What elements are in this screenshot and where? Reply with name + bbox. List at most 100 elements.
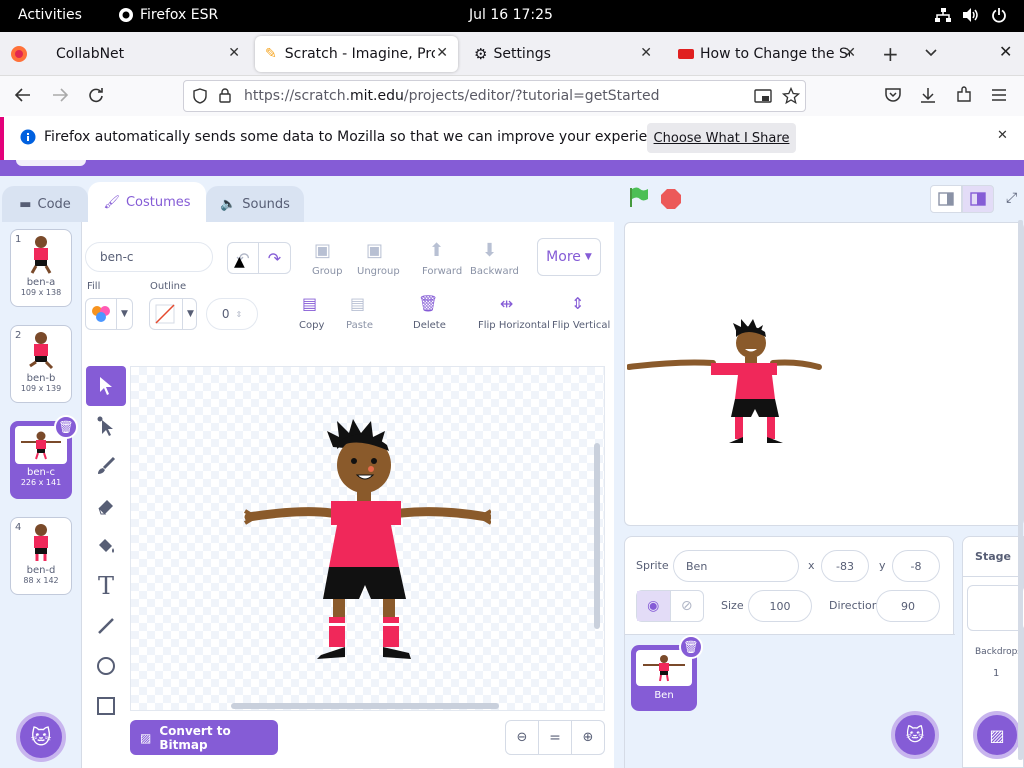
url-bar[interactable]: https://scratch.mit.edu/projects/editor/… [183,80,806,112]
notification-text: Firefox automatically sends some data to… [44,129,677,145]
clock[interactable]: Jul 16 17:25 [469,7,553,23]
close-icon[interactable]: ✕ [844,45,856,61]
tab-settings[interactable]: ⚙ Settings ✕ [462,36,662,72]
green-flag-icon[interactable] [627,186,649,212]
choose-what-i-share-button[interactable]: Choose What I Share [647,123,796,153]
downloads-icon[interactable] [919,86,937,108]
scratch-logo[interactable] [16,160,86,166]
sprite-name-input[interactable]: Ben [673,550,799,582]
bookmark-star-icon[interactable] [781,86,801,109]
flip-horizontal-icon[interactable]: ⇹ [500,294,513,313]
window-close-icon[interactable]: ✕ [999,42,1012,61]
text-tool-icon[interactable]: T [86,566,126,606]
normal-stage-icon[interactable] [962,185,994,213]
choose-sprite-cat-icon[interactable]: 🐱 [891,711,939,759]
ungroup-icon[interactable]: ▣ [366,240,383,261]
activities-button[interactable]: Activities [18,7,82,23]
show-eye-icon[interactable]: ◉ [637,591,671,621]
extensions-icon[interactable] [955,86,973,108]
select-tool-icon[interactable] [86,366,126,406]
fill-color-picker[interactable]: ▼ [85,298,133,330]
tab-how-to[interactable]: How to Change the Scr ✕ [666,36,866,72]
page-scrollbar[interactable] [1018,220,1023,760]
hamburger-menu-icon[interactable] [991,87,1007,107]
stage[interactable] [624,222,1024,526]
line-tool-icon[interactable] [86,606,126,646]
trash-icon[interactable]: 🗑 [418,294,438,313]
circle-tool-icon[interactable] [86,646,126,686]
list-tabs-chevron-down-icon[interactable] [924,44,938,63]
tab-code[interactable]: ▬ Code [2,186,88,222]
backward-arrow-icon[interactable]: ⬇ [482,240,497,261]
canvas-horizontal-scrollbar[interactable] [231,703,499,709]
costume-item[interactable]: 4 ben-d 88 x 142 [10,517,72,595]
reshape-tool-icon[interactable] [86,406,126,446]
tab-costumes[interactable]: 🖌 Costumes [88,182,206,222]
choose-backdrop-icon[interactable]: ▨ [973,711,1021,759]
network-icon[interactable] [934,7,952,27]
stop-icon[interactable] [660,188,682,214]
tab-scratch[interactable]: ✎ Scratch - Imagine, Prog ✕ [255,36,458,72]
small-stage-icon[interactable] [930,185,962,213]
zoom-out-icon[interactable]: ⊖ [506,721,539,754]
tab-collabnet[interactable]: CollabNet ✕ [44,36,250,72]
lock-icon[interactable] [218,87,232,107]
delete-sprite-icon[interactable]: 🗑 [679,635,703,659]
tab-sounds[interactable]: 🔈 Sounds [206,186,304,222]
outline-color-picker[interactable]: ▼ [149,298,197,330]
rectangle-tool-icon[interactable] [86,686,126,726]
fill-tool-icon[interactable] [86,526,126,566]
sprite-tile-label: Ben [654,690,674,701]
picture-in-picture-icon[interactable] [754,88,772,108]
power-icon[interactable] [991,7,1007,27]
convert-to-bitmap-button[interactable]: ▨ Convert to Bitmap [130,720,278,755]
close-icon[interactable]: ✕ [997,128,1008,143]
flip-vertical-label: Flip Vertical [552,320,611,331]
paste-icon[interactable]: ▤ [350,294,365,313]
costume-item[interactable]: 2 ben-b 109 x 139 [10,325,72,403]
choose-costume-cat-icon[interactable]: 🐱 [16,712,66,762]
stepper-icon[interactable]: ⇕ [235,310,242,319]
forward-arrow-icon[interactable]: ⬆ [429,240,444,261]
more-dropdown[interactable]: More ▼ [537,238,601,276]
close-icon[interactable]: ✕ [640,45,652,61]
tracking-protection-shield-icon[interactable] [192,88,208,108]
sprite-tile-ben[interactable]: Ben 🗑 [631,635,703,711]
copy-icon[interactable]: ▤ [302,294,317,313]
redo-icon[interactable]: ↷ [259,243,290,273]
flip-vertical-icon[interactable]: ⇕ [571,294,584,313]
stage-selector[interactable]: Stage Backdrops 1 ▨ [962,536,1024,768]
tab-label: How to Change the Scr [700,46,850,62]
new-tab-button[interactable]: + [882,42,899,66]
y-input[interactable]: -8 [892,550,940,582]
eraser-tool-icon[interactable] [86,486,126,526]
canvas-vertical-scrollbar[interactable] [594,443,600,629]
firefox-view-icon[interactable] [10,45,28,67]
brush-tool-icon[interactable] [86,446,126,486]
outline-label: Outline [150,281,187,292]
x-input[interactable]: -83 [821,550,869,582]
costume-item-selected[interactable]: 3 ben-c 226 x 141 🗑 [10,415,78,499]
costume-item[interactable]: 1 ben-a 109 x 138 [10,229,72,307]
size-input[interactable]: 100 [748,590,812,622]
back-icon[interactable] [14,86,32,108]
close-icon[interactable]: ✕ [436,45,448,61]
close-icon[interactable]: ✕ [228,45,240,61]
volume-icon[interactable] [962,7,980,27]
chevron-down-icon: ▼ [116,299,128,329]
outline-width-input[interactable]: 0 ⇕ [206,298,258,330]
paint-canvas[interactable] [130,366,605,711]
delete-costume-icon[interactable]: 🗑 [54,415,78,439]
forward-icon[interactable] [51,86,69,108]
hide-eye-icon[interactable]: ⊘ [671,591,704,621]
reload-icon[interactable] [87,86,105,108]
costume-name-input[interactable]: ben-c [85,242,213,272]
direction-input[interactable]: 90 [876,590,940,622]
fullscreen-icon[interactable]: ⤢ [1006,190,1017,206]
pocket-icon[interactable] [884,87,902,107]
group-icon[interactable]: ▣ [314,240,331,261]
zoom-in-icon[interactable]: ⊕ [572,721,604,754]
zoom-reset-icon[interactable]: = [539,721,572,754]
app-menu[interactable]: Firefox ESR [140,7,218,23]
costume-thumbnail [29,332,54,370]
